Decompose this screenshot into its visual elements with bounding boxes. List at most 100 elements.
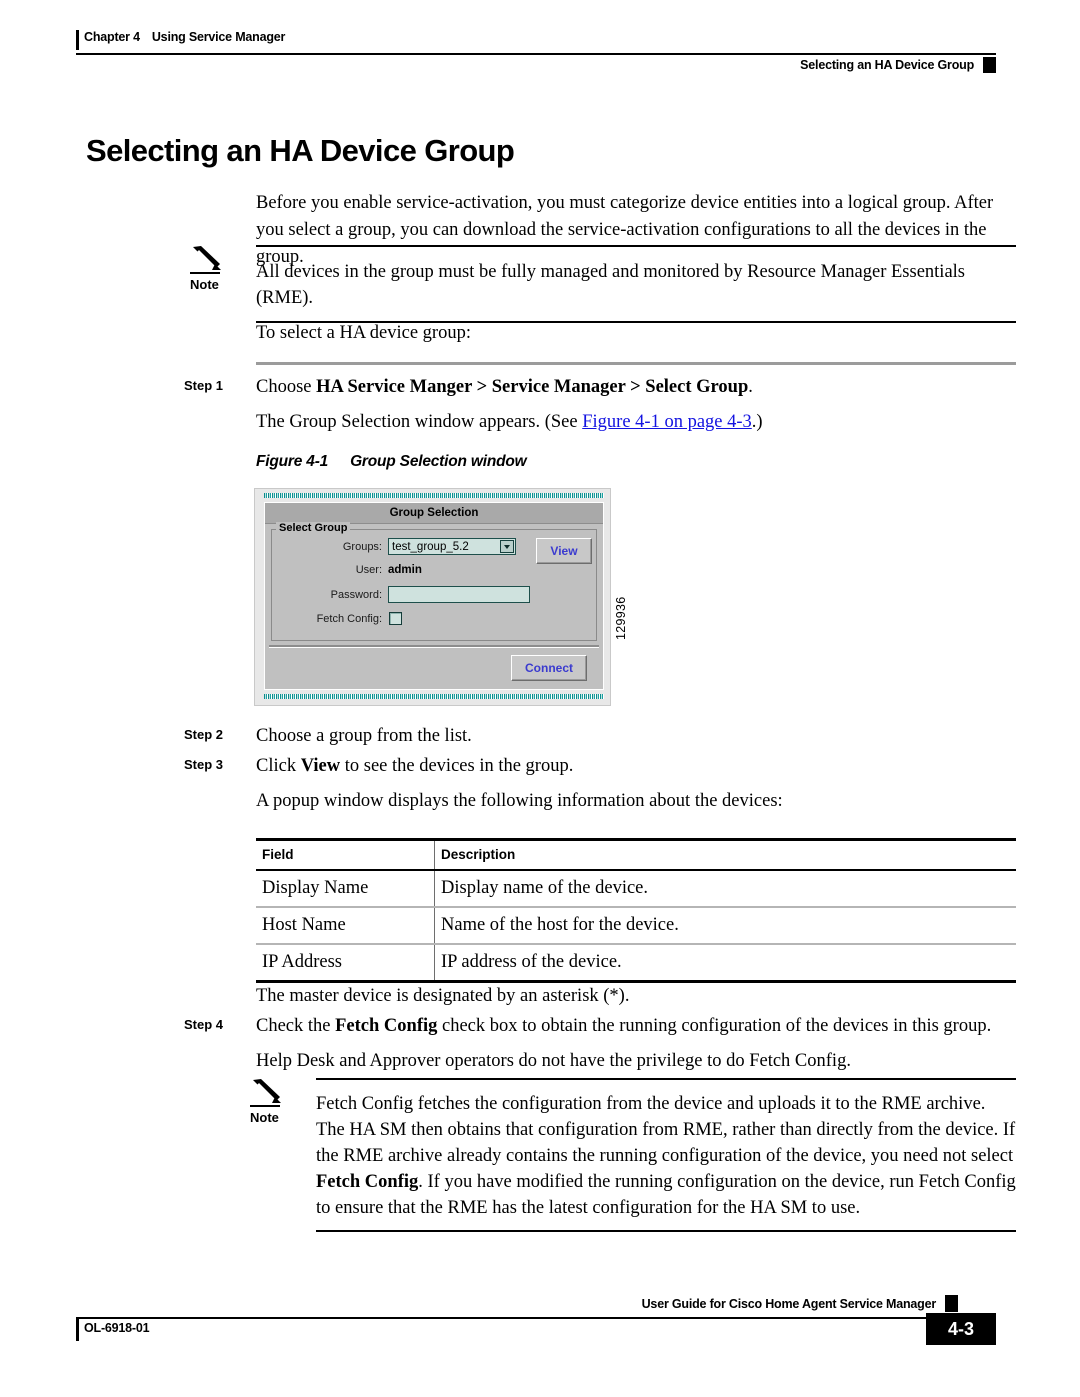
note-content-2: Fetch Config fetches the configuration f… <box>316 1078 1016 1232</box>
figure-frame: Group Selection Select Group Groups: tes… <box>254 488 611 706</box>
footer-tick-mark <box>76 1319 79 1341</box>
user-row: User: admin <box>272 564 528 576</box>
fetch-config-label: Fetch Config: <box>316 612 382 625</box>
step-3-block: Step 3 Click View to see the devices in … <box>184 753 1016 815</box>
table-cell-field: Display Name <box>256 870 435 908</box>
step-3-text-suffix: to see the devices in the group. <box>340 756 574 776</box>
figure-id-number: 129936 <box>614 596 628 640</box>
steps-top-rule-wrapper <box>256 362 1016 365</box>
table-header-field: Field <box>256 838 435 871</box>
figure-caption: Figure 4-1 Group Selection window <box>256 453 527 471</box>
note-text-2: Fetch Config fetches the configuration f… <box>316 1080 1016 1230</box>
chevron-down-icon[interactable] <box>500 540 514 553</box>
step-4-bold-term: Fetch Config <box>335 1016 438 1036</box>
table-header-description: Description <box>434 838 1016 871</box>
step-3-bold-term: View <box>300 756 341 776</box>
figure-top-band <box>264 493 604 498</box>
page-footer: User Guide for Cisco Home Agent Service … <box>76 1295 996 1353</box>
step-3-followup: A popup window displays the following in… <box>256 791 783 811</box>
lead-in-block: To select a HA device group: <box>256 320 1016 359</box>
header-chapter-number: Chapter 4 <box>84 30 140 44</box>
groups-selected-value: test_group_5.2 <box>392 540 469 553</box>
footer-rule <box>76 1317 996 1319</box>
password-label: Password: <box>330 588 382 601</box>
dialog-title-bar: Group Selection <box>265 503 603 524</box>
step-1-followup-prefix: The Group Selection window appears. (See <box>256 412 583 432</box>
field-description-table: Field Description Display Name Display n… <box>256 838 1016 983</box>
step-2-label: Step 2 <box>184 727 224 742</box>
step-1-label: Step 1 <box>184 378 224 393</box>
step-4-text-suffix: check box to obtain the running configur… <box>437 1016 992 1036</box>
table-cell-field: Host Name <box>256 907 435 945</box>
connect-button[interactable]: Connect <box>511 655 587 681</box>
table-cell-description: IP address of the device. <box>434 944 1016 983</box>
note-content-1: All devices in the group must be fully m… <box>256 245 1016 323</box>
note-label-2: Note <box>250 1110 279 1125</box>
document-page: Chapter 4 Using Service Manager Selectin… <box>0 0 1080 1397</box>
step-1-block: Step 1 Choose HA Service Manger > Servic… <box>184 374 1016 448</box>
header-chapter-info: Chapter 4 Using Service Manager <box>84 30 285 44</box>
password-input[interactable] <box>388 586 530 603</box>
step-2-text: Choose a group from the list. <box>256 726 472 746</box>
table-cell-description: Display name of the device. <box>434 870 1016 908</box>
step-2-block: Step 2 Choose a group from the list. <box>184 723 1016 750</box>
groups-label: Groups: <box>342 540 382 553</box>
figure-group-selection-window: Group Selection Select Group Groups: tes… <box>254 488 634 710</box>
select-group-fieldset: Select Group Groups: test_group_5.2 View… <box>271 522 597 641</box>
step-4-text: Check the Fetch Config check box to obta… <box>256 1013 1016 1040</box>
table-row: Display Name Display name of the device. <box>256 870 1016 908</box>
note-icon-underline-1 <box>190 272 220 274</box>
step-1-text-prefix: Choose <box>256 377 317 397</box>
master-device-text: The master device is designated by an as… <box>256 986 630 1006</box>
table-header-row: Field Description <box>256 838 1016 871</box>
header-section-title: Selecting an HA Device Group <box>800 58 974 72</box>
step-4-label: Step 4 <box>184 1017 224 1032</box>
step-1-menu-path: HA Service Manger > Service Manager > Se… <box>316 377 749 397</box>
note-block-2: Note Fetch Config fetches the configurat… <box>250 1078 1016 1232</box>
figure-caption-number: Figure 4-1 <box>256 453 329 470</box>
running-header: Chapter 4 Using Service Manager Selectin… <box>76 30 996 86</box>
table-cell-field: IP Address <box>256 944 435 983</box>
header-tick-mark <box>76 30 79 50</box>
step-4-followup: Help Desk and Approver operators do not … <box>256 1051 851 1071</box>
group-selection-dialog: Group Selection Select Group Groups: tes… <box>264 502 604 690</box>
user-value: admin <box>388 564 422 576</box>
note-icon-wrapper-1: Note <box>190 245 224 292</box>
step-3-text: Click View to see the devices in the gro… <box>256 753 1016 780</box>
note-bottom-rule-2 <box>316 1230 1016 1232</box>
step-1-followup: The Group Selection window appears. (See… <box>256 409 1016 436</box>
figure-cross-reference-link[interactable]: Figure 4-1 on page 4-3 <box>582 412 752 432</box>
table-row: Host Name Name of the host for the devic… <box>256 907 1016 945</box>
step-3-label: Step 3 <box>184 757 224 772</box>
step-1-followup-suffix: .) <box>751 412 763 432</box>
step-1-text: Choose HA Service Manger > Service Manag… <box>256 374 1016 401</box>
note-label-1: Note <box>190 277 219 292</box>
step-4-block: Step 4 Check the Fetch Config check box … <box>184 1013 1016 1075</box>
steps-top-rule <box>256 362 1016 365</box>
step-3-text-prefix: Click <box>256 756 301 776</box>
header-chapter-title: Using Service Manager <box>151 30 286 44</box>
fetch-config-checkbox[interactable] <box>389 612 402 625</box>
note-text-1: All devices in the group must be fully m… <box>256 262 965 308</box>
password-row: Password: <box>272 586 552 603</box>
footer-doc-id: OL-6918-01 <box>84 1321 150 1335</box>
groups-row: Groups: test_group_5.2 <box>272 538 528 555</box>
pencil-icon <box>193 246 221 270</box>
footer-square-marker <box>945 1295 958 1312</box>
fetch-config-row: Fetch Config: <box>272 612 528 625</box>
pencil-icon <box>253 1079 281 1103</box>
view-button[interactable]: View <box>536 538 592 564</box>
note-2-part2: . If you have modified the running confi… <box>316 1172 1016 1218</box>
header-rule <box>76 53 996 55</box>
user-label: User: <box>355 564 382 576</box>
footer-guide-title: User Guide for Cisco Home Agent Service … <box>641 1297 937 1311</box>
step-1-text-suffix: . <box>748 377 753 397</box>
groups-select[interactable]: test_group_5.2 <box>388 538 516 555</box>
note-block-1: Note All devices in the group must be fu… <box>190 245 1016 323</box>
table-row: IP Address IP address of the device. <box>256 944 1016 983</box>
note-icon-underline-2 <box>250 1105 280 1107</box>
select-group-legend: Select Group <box>276 522 351 534</box>
step-4-text-prefix: Check the <box>256 1016 336 1036</box>
page-title: Selecting an HA Device Group <box>86 133 515 168</box>
note-2-bold-term: Fetch Config <box>316 1172 419 1192</box>
